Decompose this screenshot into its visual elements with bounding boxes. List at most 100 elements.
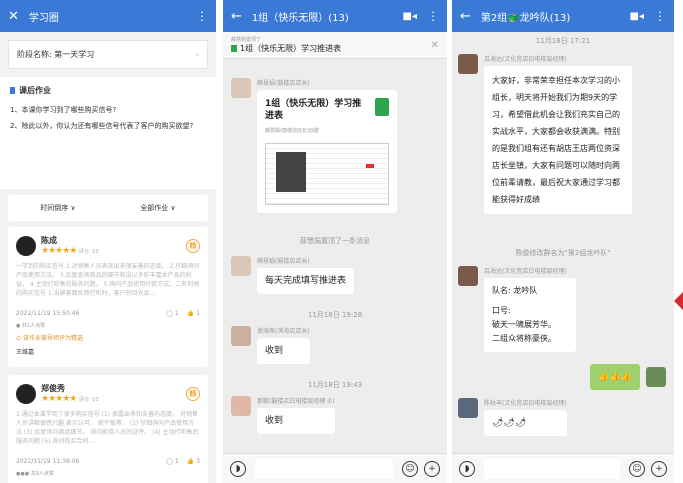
emoji-icon[interactable]: ☺ bbox=[629, 460, 645, 477]
post-author: 陈成 bbox=[41, 236, 57, 245]
question-1: 1、本课你学习到了哪些购买信号? bbox=[10, 106, 117, 114]
post-body: 一学到的购买信号 1.对销售人员表现出来很友善的态度。 2.仔细询问产品使用方法… bbox=[16, 263, 200, 297]
pinned-by-label: 薛慧娟置顶了 bbox=[231, 37, 262, 43]
user-avatar-icon bbox=[16, 235, 36, 256]
sender-avatar[interactable] bbox=[231, 256, 251, 276]
group2-chat-panel: ← 第2组🐲龙吟队(13) ■◂ ⋮ 11月18日 17:21 吕海达(文化宫店… bbox=[452, 0, 674, 483]
rating-stars-icon: ★★★★★ bbox=[41, 394, 77, 404]
timestamp: 11月18日 17:21 bbox=[535, 37, 591, 45]
like-count: 1 bbox=[196, 310, 200, 317]
chat-header: ← 1组（快乐无限）(13) ■◂ ⋮ bbox=[223, 0, 447, 32]
like-icon[interactable]: 👍 bbox=[187, 310, 194, 317]
stage-row[interactable]: 阶段名称: 第一天学习 › bbox=[8, 40, 208, 69]
plus-icon[interactable]: + bbox=[651, 460, 667, 477]
liked-by-label: 共1人点赞 bbox=[21, 323, 46, 329]
plus-icon[interactable]: + bbox=[424, 460, 440, 477]
dragon-emoji-icon: 🐲 bbox=[507, 12, 520, 24]
pinned-message-bar[interactable]: 薛慧娟置顶了 1组（快乐无限）学习推进表 ✕ bbox=[223, 32, 447, 59]
sort-dropdown[interactable]: 时间倒序 ∨ bbox=[40, 203, 75, 213]
comment-icon[interactable]: ◯ bbox=[166, 458, 173, 465]
video-call-icon[interactable]: ■◂ bbox=[403, 11, 417, 22]
post-author: 郑俊秀 bbox=[41, 384, 65, 393]
more-menu-icon[interactable]: ⋮ bbox=[654, 9, 666, 23]
user-avatar-icon bbox=[16, 383, 36, 404]
featured-badge-icon[interactable]: 精 bbox=[186, 386, 200, 401]
sender-avatar[interactable] bbox=[231, 78, 251, 98]
message-bubble[interactable]: 大家好，非常荣幸担任本次学习的小组长，明天将开始我们为期9天的学习，希望借此机会… bbox=[484, 66, 632, 214]
chat-message: 谢海燕(滨海店店长) 收到 bbox=[231, 326, 310, 364]
pinned-text: 1组（快乐无限）学习推进表 bbox=[240, 44, 342, 53]
sender-name: 那鹏(鼓楼店白电楼层经理 ✆) bbox=[257, 398, 335, 405]
chat-message: 那鹏(鼓楼店白电楼层经理 ✆) 收到 bbox=[231, 396, 335, 434]
chat-message: 吕海达(文化宫店白电楼层经理) 队名: 龙吟队 口号: 破天一啸展芳华。 二组众… bbox=[458, 266, 576, 352]
rating-stars-icon: ★★★★★ bbox=[41, 246, 77, 256]
slogan-label: 口号: bbox=[492, 306, 511, 315]
close-pin-icon[interactable]: ✕ bbox=[431, 40, 439, 51]
voice-icon[interactable]: ◗ bbox=[230, 460, 246, 477]
filter-dropdown[interactable]: 全部作业 ∨ bbox=[140, 203, 175, 213]
message-bubble[interactable]: 每天完成填写推进表 bbox=[257, 268, 355, 294]
bookmark-icon bbox=[10, 87, 15, 94]
slogan-line-1: 破天一啸展芳华。 bbox=[492, 320, 556, 329]
study-circle-panel: ✕ 学习圈 ⋮ 阶段名称: 第一天学习 › 课后作业 1、本课你学习到了哪些购买… bbox=[0, 0, 216, 483]
chat-title: 1组（快乐无限）(13) bbox=[251, 12, 349, 24]
back-arrow-icon[interactable]: ← bbox=[460, 9, 471, 24]
decorative-star-icon bbox=[674, 292, 683, 310]
message-bubble[interactable]: 👍👍👍 bbox=[590, 364, 640, 390]
emoji-icon[interactable]: ☺ bbox=[402, 460, 418, 477]
liked-by-label: 共3人点赞 bbox=[30, 471, 54, 477]
question-2: 2、除此以外，你认为还有哪些信号代表了客户的购买欲望? bbox=[10, 122, 194, 130]
filter-bar: 时间倒序 ∨ 全部作业 ∨ bbox=[8, 195, 208, 221]
doc-creator: 薛慧娟(鼓楼店店长)创建 bbox=[265, 128, 319, 134]
timestamp: 11月18日 19:43 bbox=[307, 381, 363, 389]
sender-name: 吕海达(文化宫店白电楼层经理) bbox=[484, 268, 567, 275]
chat-message: 薛慧娟(鼓楼店店长) 1组（快乐无限）学习推进表 薛慧娟(鼓楼店店长)创建 bbox=[231, 78, 431, 213]
like-count: 3 bbox=[196, 458, 200, 465]
homework-post: 陈成 ★★★★★ 评分: 10 精 一学到的购买信号 1.对销售人员表现出来很友… bbox=[8, 227, 208, 367]
sender-name: 陈秋丰(文化宫店白电楼层经理) bbox=[484, 400, 567, 407]
like-icon[interactable]: 👍 bbox=[187, 458, 194, 465]
message-bubble[interactable]: 收到 bbox=[257, 408, 335, 434]
post-time: 2022/11/19 11:38:06 bbox=[16, 458, 80, 465]
comment-count: 1 bbox=[174, 310, 179, 317]
sender-avatar[interactable] bbox=[458, 266, 478, 286]
back-arrow-icon[interactable]: ← bbox=[231, 9, 242, 24]
chat-title-suffix: 龙吟队(13) bbox=[519, 12, 571, 24]
commenter-name: 王维嘉 bbox=[16, 349, 35, 356]
doc-card[interactable]: 1组（快乐无限）学习推进表 薛慧娟(鼓楼店店长)创建 bbox=[257, 90, 397, 213]
message-bubble[interactable]: 🌶🌶🌶 bbox=[484, 410, 567, 436]
sender-avatar[interactable] bbox=[231, 396, 251, 416]
chat-input-bar: ◗ ☺ + bbox=[223, 453, 447, 483]
homework-section: 课后作业 1、本课你学习到了哪些购买信号? 2、除此以外，你认为还有哪些信号代表… bbox=[0, 77, 216, 189]
video-call-icon[interactable]: ■◂ bbox=[630, 11, 644, 22]
stage-label: 阶段名称: 第一天学习 bbox=[17, 50, 95, 59]
chat-input-bar: ◗ ☺ + bbox=[452, 453, 674, 483]
homework-post: 郑俊秀 ★★★★★ 评分: 10 精 1.通过本课学到了很多购买信号 (1) 表… bbox=[8, 375, 208, 483]
self-avatar[interactable] bbox=[646, 367, 666, 387]
comment-icon[interactable]: ◯ bbox=[166, 310, 173, 317]
spreadsheet-icon bbox=[375, 98, 389, 116]
voice-icon[interactable]: ◗ bbox=[459, 460, 475, 477]
chat-message-self: 👍👍👍 bbox=[590, 364, 666, 390]
message-bubble[interactable]: 队名: 龙吟队 口号: 破天一啸展芳华。 二组众将称豪侠。 bbox=[484, 278, 576, 352]
sender-avatar[interactable] bbox=[458, 398, 478, 418]
more-menu-icon[interactable]: ⋮ bbox=[427, 9, 439, 23]
message-bubble[interactable]: 收到 bbox=[257, 338, 310, 364]
featured-badge-icon[interactable]: 精 bbox=[186, 238, 200, 253]
featured-check-icon: ⊙ bbox=[16, 335, 22, 342]
sender-name: 薛慧娟(鼓楼店店长) bbox=[257, 80, 310, 87]
sender-avatar[interactable] bbox=[458, 54, 478, 74]
sender-name: 谢海燕(滨海店店长) bbox=[257, 328, 310, 335]
close-icon[interactable]: ✕ bbox=[8, 9, 19, 24]
message-input[interactable] bbox=[255, 458, 393, 479]
post-body: 1.通过本课学到了很多购买信号 (1) 表露出来和友善的态度。 对销售人员讲解很… bbox=[16, 411, 199, 445]
chat-title: 第2组 bbox=[480, 12, 508, 24]
message-input[interactable] bbox=[484, 458, 620, 479]
doc-title: 1组（快乐无限）学习推进表 bbox=[265, 99, 362, 121]
timestamp: 11月18日 19:28 bbox=[307, 311, 363, 319]
sender-avatar[interactable] bbox=[231, 326, 251, 346]
post-time: 2022/11/19 15:50:46 bbox=[16, 310, 80, 317]
system-notice: 陈俊修改群名为"第2组龙吟队" bbox=[515, 249, 611, 257]
comment-count: 1 bbox=[174, 458, 179, 465]
more-menu-icon[interactable]: ⋮ bbox=[196, 9, 208, 23]
